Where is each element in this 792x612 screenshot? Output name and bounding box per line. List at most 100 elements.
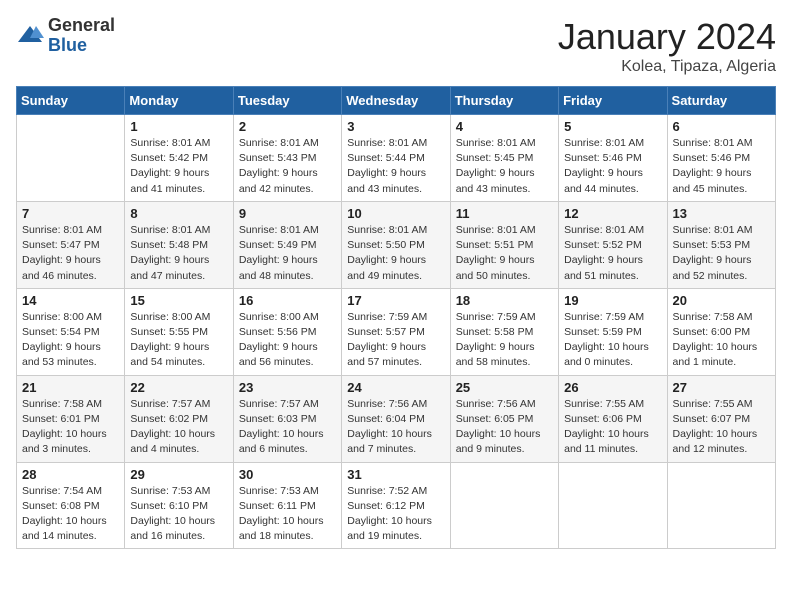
day-number: 29	[130, 467, 227, 482]
day-number: 26	[564, 380, 661, 395]
page-header: General Blue January 2024 Kolea, Tipaza,…	[16, 16, 776, 76]
day-number: 22	[130, 380, 227, 395]
weekday-header: Friday	[559, 87, 667, 115]
calendar-cell: 30 Sunrise: 7:53 AMSunset: 6:11 PMDayligh…	[233, 462, 341, 549]
day-number: 14	[22, 293, 119, 308]
logo-blue: Blue	[48, 36, 115, 56]
day-number: 7	[22, 206, 119, 221]
calendar-cell: 16 Sunrise: 8:00 AMSunset: 5:56 PMDayligh…	[233, 288, 341, 375]
day-number: 12	[564, 206, 661, 221]
day-number: 3	[347, 119, 444, 134]
calendar-cell: 7 Sunrise: 8:01 AMSunset: 5:47 PMDaylight…	[17, 201, 125, 288]
day-info: Sunrise: 8:01 AMSunset: 5:45 PMDaylight:…	[456, 136, 553, 197]
day-info: Sunrise: 7:53 AMSunset: 6:10 PMDaylight:…	[130, 484, 227, 545]
calendar-cell: 23 Sunrise: 7:57 AMSunset: 6:03 PMDayligh…	[233, 375, 341, 462]
day-info: Sunrise: 8:01 AMSunset: 5:51 PMDaylight:…	[456, 223, 553, 284]
calendar-cell: 18 Sunrise: 7:59 AMSunset: 5:58 PMDayligh…	[450, 288, 558, 375]
weekday-header-row: SundayMondayTuesdayWednesdayThursdayFrid…	[17, 87, 776, 115]
day-info: Sunrise: 8:01 AMSunset: 5:47 PMDaylight:…	[22, 223, 119, 284]
day-info: Sunrise: 7:59 AMSunset: 5:59 PMDaylight:…	[564, 310, 661, 371]
day-info: Sunrise: 7:55 AMSunset: 6:06 PMDaylight:…	[564, 397, 661, 458]
day-info: Sunrise: 7:57 AMSunset: 6:03 PMDaylight:…	[239, 397, 336, 458]
day-number: 9	[239, 206, 336, 221]
calendar-cell: 10 Sunrise: 8:01 AMSunset: 5:50 PMDayligh…	[342, 201, 450, 288]
weekday-header: Saturday	[667, 87, 775, 115]
calendar-cell: 14 Sunrise: 8:00 AMSunset: 5:54 PMDayligh…	[17, 288, 125, 375]
day-number: 5	[564, 119, 661, 134]
day-info: Sunrise: 8:01 AMSunset: 5:43 PMDaylight:…	[239, 136, 336, 197]
calendar-week-row: 1 Sunrise: 8:01 AMSunset: 5:42 PMDaylight…	[17, 115, 776, 202]
day-info: Sunrise: 7:53 AMSunset: 6:11 PMDaylight:…	[239, 484, 336, 545]
calendar-cell: 1 Sunrise: 8:01 AMSunset: 5:42 PMDaylight…	[125, 115, 233, 202]
weekday-header: Monday	[125, 87, 233, 115]
logo-text: General Blue	[48, 16, 115, 56]
day-number: 11	[456, 206, 553, 221]
day-info: Sunrise: 8:00 AMSunset: 5:56 PMDaylight:…	[239, 310, 336, 371]
day-info: Sunrise: 7:59 AMSunset: 5:57 PMDaylight:…	[347, 310, 444, 371]
day-number: 17	[347, 293, 444, 308]
day-info: Sunrise: 7:52 AMSunset: 6:12 PMDaylight:…	[347, 484, 444, 545]
day-info: Sunrise: 7:58 AMSunset: 6:00 PMDaylight:…	[673, 310, 770, 371]
calendar-cell: 2 Sunrise: 8:01 AMSunset: 5:43 PMDaylight…	[233, 115, 341, 202]
day-number: 20	[673, 293, 770, 308]
calendar-week-row: 7 Sunrise: 8:01 AMSunset: 5:47 PMDaylight…	[17, 201, 776, 288]
day-number: 10	[347, 206, 444, 221]
day-number: 16	[239, 293, 336, 308]
day-number: 27	[673, 380, 770, 395]
calendar-cell: 20 Sunrise: 7:58 AMSunset: 6:00 PMDayligh…	[667, 288, 775, 375]
day-info: Sunrise: 8:01 AMSunset: 5:52 PMDaylight:…	[564, 223, 661, 284]
day-info: Sunrise: 8:01 AMSunset: 5:44 PMDaylight:…	[347, 136, 444, 197]
title-block: January 2024 Kolea, Tipaza, Algeria	[558, 16, 776, 76]
day-info: Sunrise: 8:01 AMSunset: 5:48 PMDaylight:…	[130, 223, 227, 284]
location: Kolea, Tipaza, Algeria	[558, 58, 776, 76]
day-number: 6	[673, 119, 770, 134]
day-number: 25	[456, 380, 553, 395]
day-info: Sunrise: 8:01 AMSunset: 5:53 PMDaylight:…	[673, 223, 770, 284]
month-year: January 2024	[558, 16, 776, 58]
calendar-cell: 6Sunrise: 8:01 AMSunset: 5:46 PMDaylight…	[667, 115, 775, 202]
calendar-cell: 4Sunrise: 8:01 AMSunset: 5:45 PMDaylight…	[450, 115, 558, 202]
calendar-cell: 12 Sunrise: 8:01 AMSunset: 5:52 PMDayligh…	[559, 201, 667, 288]
day-number: 19	[564, 293, 661, 308]
calendar-cell: 26 Sunrise: 7:55 AMSunset: 6:06 PMDayligh…	[559, 375, 667, 462]
calendar-table: SundayMondayTuesdayWednesdayThursdayFrid…	[16, 86, 776, 549]
day-info: Sunrise: 7:59 AMSunset: 5:58 PMDaylight:…	[456, 310, 553, 371]
calendar-cell: 24Sunrise: 7:56 AMSunset: 6:04 PMDayligh…	[342, 375, 450, 462]
calendar-cell	[667, 462, 775, 549]
day-info: Sunrise: 7:55 AMSunset: 6:07 PMDaylight:…	[673, 397, 770, 458]
calendar-cell: 5Sunrise: 8:01 AMSunset: 5:46 PMDaylight…	[559, 115, 667, 202]
day-number: 31	[347, 467, 444, 482]
day-number: 23	[239, 380, 336, 395]
logo-general: General	[48, 16, 115, 36]
calendar-cell: 29 Sunrise: 7:53 AMSunset: 6:10 PMDayligh…	[125, 462, 233, 549]
calendar-cell	[17, 115, 125, 202]
calendar-cell: 15 Sunrise: 8:00 AMSunset: 5:55 PMDayligh…	[125, 288, 233, 375]
day-number: 2	[239, 119, 336, 134]
day-info: Sunrise: 7:56 AMSunset: 6:05 PMDaylight:…	[456, 397, 553, 458]
calendar-cell: 27 Sunrise: 7:55 AMSunset: 6:07 PMDayligh…	[667, 375, 775, 462]
day-info: Sunrise: 8:00 AMSunset: 5:55 PMDaylight:…	[130, 310, 227, 371]
calendar-cell: 21Sunrise: 7:58 AMSunset: 6:01 PMDayligh…	[17, 375, 125, 462]
day-number: 28	[22, 467, 119, 482]
day-number: 30	[239, 467, 336, 482]
day-info: Sunrise: 8:01 AMSunset: 5:50 PMDaylight:…	[347, 223, 444, 284]
day-number: 1	[130, 119, 227, 134]
day-number: 18	[456, 293, 553, 308]
calendar-cell: 19 Sunrise: 7:59 AMSunset: 5:59 PMDayligh…	[559, 288, 667, 375]
day-info: Sunrise: 8:01 AMSunset: 5:49 PMDaylight:…	[239, 223, 336, 284]
day-info: Sunrise: 7:58 AMSunset: 6:01 PMDaylight:…	[22, 397, 119, 458]
calendar-cell: 22 Sunrise: 7:57 AMSunset: 6:02 PMDayligh…	[125, 375, 233, 462]
calendar-cell: 28 Sunrise: 7:54 AMSunset: 6:08 PMDayligh…	[17, 462, 125, 549]
weekday-header: Thursday	[450, 87, 558, 115]
day-info: Sunrise: 8:00 AMSunset: 5:54 PMDaylight:…	[22, 310, 119, 371]
calendar-week-row: 21Sunrise: 7:58 AMSunset: 6:01 PMDayligh…	[17, 375, 776, 462]
day-info: Sunrise: 7:56 AMSunset: 6:04 PMDaylight:…	[347, 397, 444, 458]
day-number: 8	[130, 206, 227, 221]
day-info: Sunrise: 7:54 AMSunset: 6:08 PMDaylight:…	[22, 484, 119, 545]
day-number: 13	[673, 206, 770, 221]
calendar-week-row: 28 Sunrise: 7:54 AMSunset: 6:08 PMDayligh…	[17, 462, 776, 549]
logo: General Blue	[16, 16, 115, 56]
day-number: 15	[130, 293, 227, 308]
day-info: Sunrise: 7:57 AMSunset: 6:02 PMDaylight:…	[130, 397, 227, 458]
day-info: Sunrise: 8:01 AMSunset: 5:42 PMDaylight:…	[130, 136, 227, 197]
